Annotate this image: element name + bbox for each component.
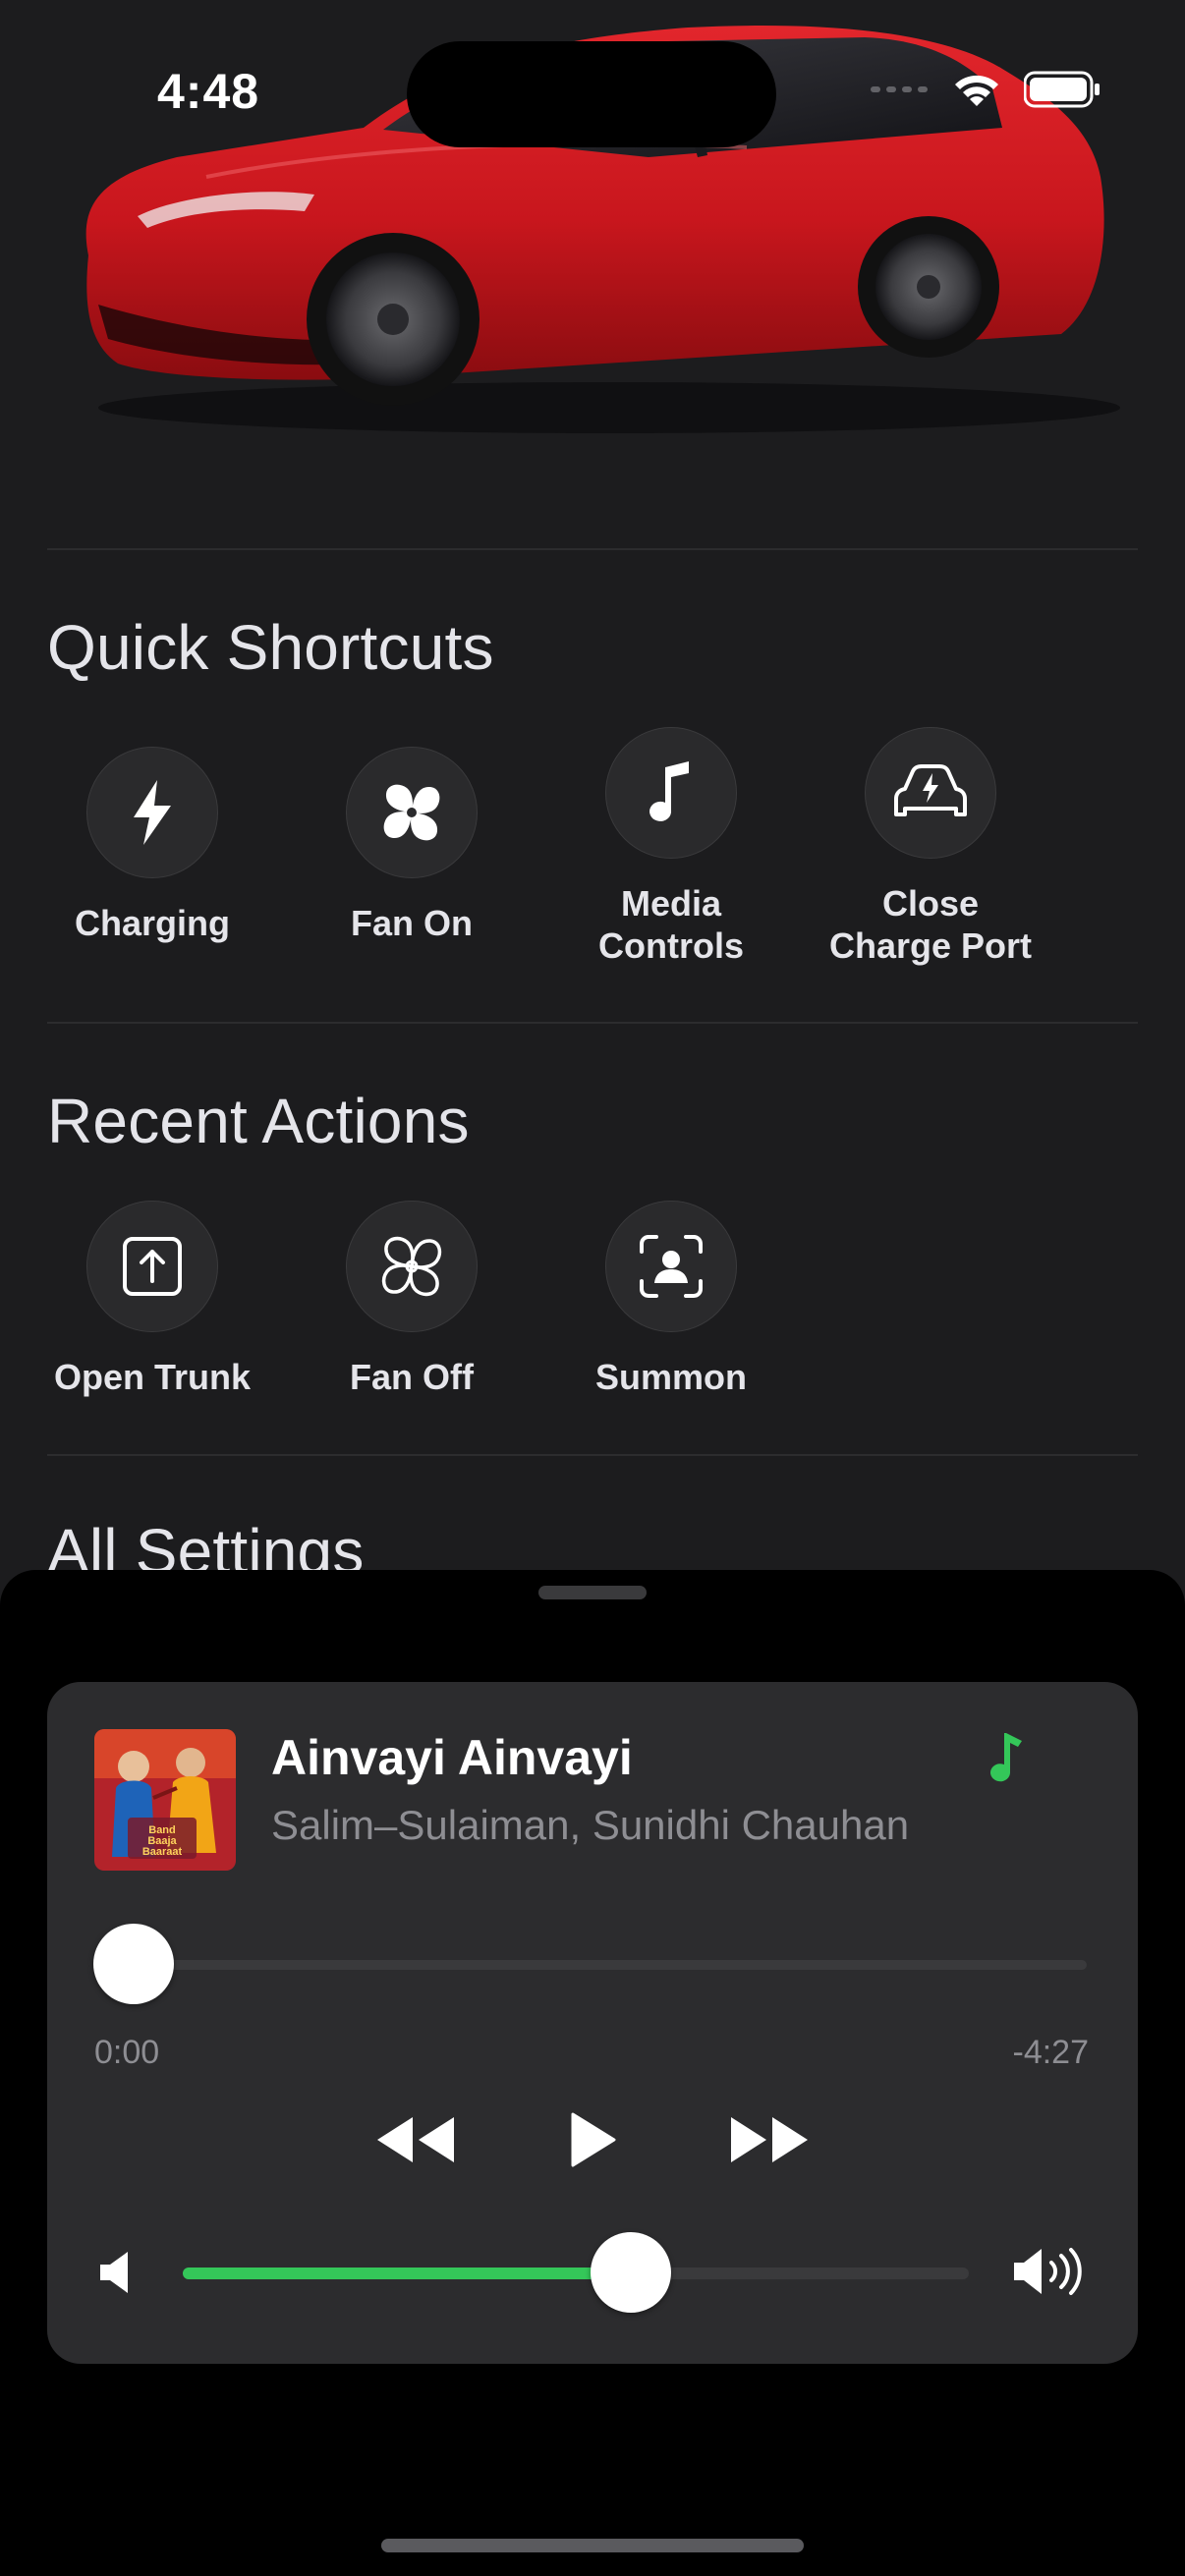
person-frame-icon [605,1201,737,1332]
shortcut-label: Media Controls [598,883,744,966]
dynamic-island [407,41,776,147]
action-open-trunk[interactable]: Open Trunk [34,1201,270,1398]
rewind-button[interactable] [373,2115,456,2164]
volume-slider-fill [183,2268,631,2279]
album-art-text: Baaraat [142,1846,183,1858]
time-remaining: -4:27 [1012,2034,1090,2071]
wifi-icon [951,71,1002,113]
action-label: Open Trunk [53,1357,252,1397]
shortcut-close-charge-port[interactable]: Close Charge Port [813,727,1048,967]
time-elapsed: 0:00 [94,2034,160,2071]
divider [47,1454,1138,1456]
fan-outline-icon [346,1201,478,1332]
rewind-icon [377,2117,454,2162]
album-art: Band Baaja Baaraat [94,1729,236,1871]
status-indicators [871,71,1100,113]
share-up-icon [86,1201,218,1332]
playback-controls [373,2112,812,2167]
song-artist: Salim–Sulaiman, Sunidhi Chauhan [271,1802,910,1848]
shortcut-label: Close Charge Port [828,883,1033,966]
song-title: Ainvayi Ainvayi [271,1730,633,1785]
action-label: Fan Off [350,1357,474,1397]
status-time: 4:48 [157,64,260,119]
car-bolt-icon [865,727,996,859]
action-label: Summon [594,1357,747,1397]
signal-dots-icon [871,83,930,101]
playback-progress-track[interactable] [94,1960,1087,1970]
shortcut-charging[interactable]: Charging [34,747,270,944]
playback-scrubber-knob[interactable] [93,1924,174,2004]
quick-shortcuts-title: Quick Shortcuts [47,612,494,683]
recent-actions-title: Recent Actions [47,1086,470,1156]
shortcut-media-controls[interactable]: Media Controls [553,727,789,967]
volume-slider-knob[interactable] [591,2232,671,2313]
volume-low-icon [98,2250,134,2300]
shortcut-label: Charging [75,903,230,943]
action-fan-off[interactable]: Fan Off [294,1201,530,1398]
shortcut-label: Fan On [351,903,473,943]
volume-high-icon [1012,2246,1087,2302]
fast-forward-icon [731,2117,808,2162]
divider [47,548,1138,550]
battery-icon [1023,71,1100,113]
play-icon [571,2112,616,2167]
shortcut-fan-on[interactable]: Fan On [294,747,530,944]
fan-filled-icon [346,747,478,878]
home-indicator[interactable] [381,2539,804,2552]
volume-slider-track[interactable] [183,2268,969,2279]
fast-forward-button[interactable] [729,2115,812,2164]
action-summon[interactable]: Summon [553,1201,789,1398]
sheet-grabber[interactable] [538,1586,647,1599]
bolt-icon [86,747,218,878]
music-note-icon [605,727,737,859]
divider [47,1022,1138,1024]
play-button[interactable] [569,2112,616,2167]
music-app-note-icon [987,1731,1030,1791]
